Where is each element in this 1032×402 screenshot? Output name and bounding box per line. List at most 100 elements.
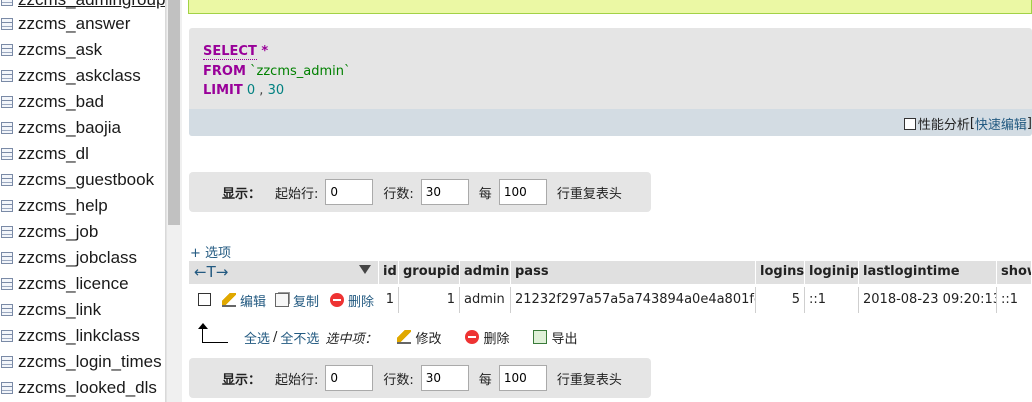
cell-groupid[interactable]: 1 [399,287,460,313]
sort-dropdown-icon[interactable] [359,265,371,274]
success-notice-bar [188,0,1032,14]
show-label: 显示： [222,186,262,202]
sidebar-table-item[interactable]: zzcms_jobclass [0,245,165,271]
cell-admin[interactable]: admin [460,287,511,313]
select-all-link[interactable]: 全选 [244,328,270,347]
profiling-checkbox[interactable] [903,117,916,130]
sidebar-table-item[interactable]: zzcms_job [0,219,165,245]
sidebar-table-label: zzcms_guestbook [18,170,155,189]
sidebar-table-label: zzcms_admingroup [18,0,165,10]
sql-footer-bar: 性能分析 [快速编辑] [189,109,1032,136]
sidebar-table-item[interactable]: zzcms_askclass [0,63,165,89]
sidebar-table-label: zzcms_login_times [18,352,162,371]
sidebar-table-item[interactable]: zzcms_link [0,297,165,323]
select-separator: / [273,329,278,345]
sidebar-scrollbar-thumb[interactable] [168,0,180,225]
sidebar-table-item[interactable]: zzcms_licence [0,271,165,297]
bulk-delete-button[interactable]: 删除 [465,328,509,347]
row-copy-action[interactable]: 复制 [275,287,319,313]
row-count-label: 行数: [383,186,414,202]
repeat-every-label: 每 [478,186,492,202]
sidebar-table-item[interactable]: zzcms_help [0,193,165,219]
sidebar-table-item[interactable]: zzcms_bad [0,89,165,115]
row-copy-label: 复制 [293,294,320,310]
sql-keyword-limit: LIMIT [203,83,243,98]
table-icon [1,44,13,56]
table-icon [1,0,13,6]
cell-lastlogintime[interactable]: 2018-08-23 09:20:13 [859,287,997,313]
cell-pass[interactable]: 21232f297a57a5a743894a0e4a801fc3 [511,287,756,313]
bulk-export-button[interactable]: 导出 [533,328,577,347]
table-row: 编辑 复制 删除 1 1 admin 21232f297a57a5a743894… [189,287,1032,313]
row-delete-label: 删除 [348,294,375,310]
sidebar-table-label: zzcms_linkclass [18,326,140,345]
sidebar-table-item[interactable]: zzcms_ask [0,37,165,63]
table-icon [1,174,13,186]
sidebar-table-item[interactable]: zzcms_baojia [0,115,165,141]
cell-id[interactable]: 1 [379,287,399,313]
sidebar-table-item[interactable]: zzcms_guestbook [0,167,165,193]
copy-icon [275,293,289,307]
cell-loginip[interactable]: ::1 [805,287,859,313]
row-edit-label: 编辑 [240,294,267,310]
sidebar-table-label: zzcms_askclass [18,66,141,85]
bulk-actions: 全选 / 全不选 选中项： 修改 删除 导出 [198,323,601,350]
profiling-controls: 性能分析 [快速编辑] [903,114,1032,133]
export-icon [533,330,548,344]
column-header-groupid[interactable]: groupid [399,261,460,284]
profiling-label: 性能分析 [917,118,970,133]
show-label: 显示： [222,372,262,388]
bulk-edit-label: 修改 [415,331,442,347]
start-row-input[interactable] [325,365,374,391]
sidebar-table-label: zzcms_help [18,196,108,215]
table-icon [1,304,13,316]
sidebar-table-label: zzcms_jobclass [18,248,138,267]
repeat-header-input[interactable] [498,365,547,391]
row-select-checkbox[interactable] [198,293,211,306]
with-selected-label: 选中项： [325,331,378,347]
row-count-input[interactable] [420,179,469,205]
sql-keyword-select[interactable]: SELECT [203,44,257,60]
options-toggle-link[interactable]: + 选项 [190,242,231,261]
sidebar-table-item[interactable]: zzcms_dl [0,141,165,167]
column-header-lastlogintime[interactable]: lastlogintime [859,261,997,284]
cell-show[interactable]: ::1 [997,287,1032,313]
bulk-edit-button[interactable]: 修改 [397,328,441,347]
sidebar-table-item[interactable]: zzcms_answer [0,11,165,37]
repeat-header-input[interactable] [498,179,547,205]
start-row-input[interactable] [325,179,374,205]
sidebar-table-label: zzcms_ask [18,40,103,59]
table-icon [1,96,13,108]
sidebar-table-item[interactable]: zzcms_linkclass [0,323,165,349]
row-count-label: 行数: [383,372,414,388]
row-count-input[interactable] [420,365,469,391]
select-none-link[interactable]: 全不选 [280,328,319,347]
sidebar-table-label: zzcms_dl [18,144,89,163]
table-icon [1,330,13,342]
sidebar-table-label: zzcms_bad [18,92,104,111]
delete-icon [330,293,344,307]
sql-table-name: `zzcms_admin` [245,63,351,79]
sidebar-table-item[interactable]: zzcms_looked_dls [0,375,165,401]
sql-keyword-from: FROM [203,63,246,79]
table-icon [1,382,13,394]
sql-code: SELECT * FROM `zzcms_admin` LIMIT 0 , 30 [203,42,351,101]
quick-edit-bracket-close: ] [1026,116,1032,131]
column-header-admin[interactable]: admin [460,261,511,284]
select-arrow-icon [198,323,228,343]
row-delete-action[interactable]: 删除 [330,287,374,313]
column-header-logins[interactable]: logins [756,261,805,284]
quick-edit-link[interactable]: 快速编辑 [975,114,1027,133]
delete-icon [465,330,480,344]
sidebar-table-item[interactable]: zzcms_login_times [0,349,165,375]
sidebar-table-label: zzcms_baojia [18,118,121,137]
main-content: SELECT * FROM `zzcms_admin` LIMIT 0 , 30… [182,0,1032,402]
column-header-show[interactable]: show [997,261,1032,284]
row-edit-action[interactable]: 编辑 [222,287,266,313]
column-nav-arrows[interactable]: ←T→ [194,261,228,283]
column-header-id[interactable]: id [379,261,399,284]
column-header-pass[interactable]: pass [511,261,756,284]
column-header-loginip[interactable]: loginip [805,261,859,284]
cell-logins[interactable]: 5 [756,287,805,313]
table-icon [1,18,13,30]
